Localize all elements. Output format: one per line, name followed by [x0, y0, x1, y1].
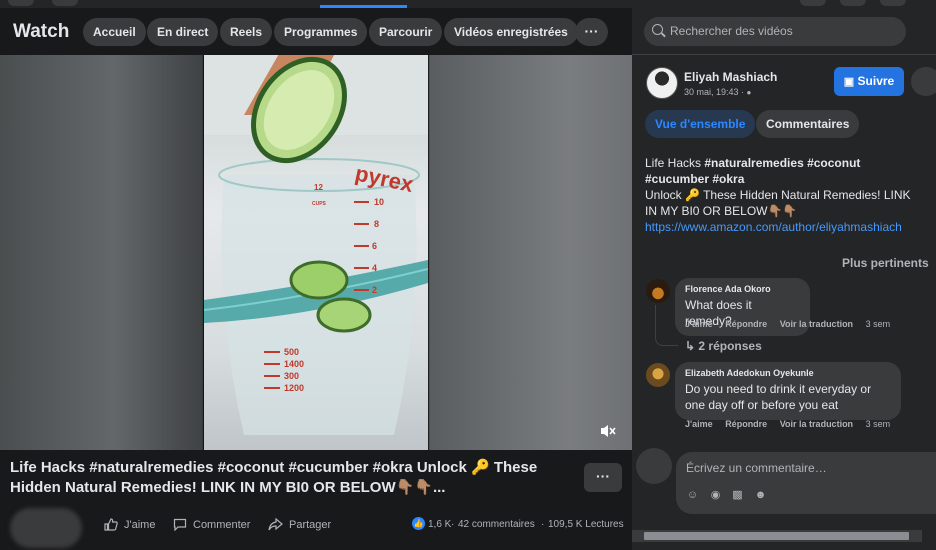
follow-label: Suivre: [857, 74, 895, 88]
tab-parcourir[interactable]: Parcourir: [369, 18, 443, 46]
tab-comments[interactable]: Commentaires: [756, 110, 860, 138]
beaker-mark: 500: [284, 347, 299, 357]
post-options-button[interactable]: [911, 67, 936, 96]
like-reaction-icon: 👍: [412, 517, 425, 530]
commenter-avatar[interactable]: [646, 363, 670, 387]
video-more-button[interactable]: ···: [584, 463, 622, 492]
author-name[interactable]: Eliyah Mashiach: [684, 70, 777, 84]
reaction-count[interactable]: 1,6 K: [428, 519, 451, 530]
comment-time[interactable]: 3 sem: [866, 319, 891, 329]
like-label: J'aime: [124, 518, 156, 531]
mute-icon[interactable]: [600, 424, 616, 441]
share-button[interactable]: Partager: [268, 518, 331, 531]
post-date-text: 30 mai, 19:43 ·: [684, 87, 747, 97]
menu-icon[interactable]: [800, 0, 826, 6]
beaker-mark: CUPS: [312, 201, 327, 207]
reply-arrow-icon: ↳: [685, 339, 696, 353]
beaker-mark: 4: [372, 263, 377, 273]
beaker-mark: 1400: [284, 359, 304, 369]
comment-reply-button[interactable]: Répondre: [725, 419, 767, 429]
notifications-icon[interactable]: [840, 0, 866, 6]
top-strip: [0, 0, 936, 8]
video-content: pyrex 12 CUPS 10 8 6 4 2 500 1400 300 12…: [204, 55, 428, 435]
beaker-mark: 1200: [284, 383, 304, 393]
comment-like-button[interactable]: J'aime: [685, 419, 713, 429]
beaker-mark: 300: [284, 371, 299, 381]
globe-icon: ●: [746, 88, 752, 97]
search-placeholder: Rechercher des vidéos: [670, 24, 793, 38]
desc-body: Unlock 🔑 These Hidden Natural Remedies! …: [645, 188, 911, 218]
beaker-mark: 12: [314, 183, 323, 192]
post-date: 30 mai, 19:43 · ●: [684, 87, 751, 97]
comment-translate-button[interactable]: Voir la traduction: [780, 419, 853, 429]
sticker-icon[interactable]: ☻: [754, 489, 767, 501]
comment-label: Commenter: [193, 518, 251, 531]
author-avatar[interactable]: [646, 67, 678, 99]
emoji-icon[interactable]: ☺: [686, 489, 699, 501]
horizontal-scrollbar[interactable]: [632, 530, 922, 542]
comment-reply-button[interactable]: Répondre: [725, 319, 767, 329]
gif-icon[interactable]: ▩: [731, 489, 744, 501]
tab-accueil[interactable]: Accueil: [83, 18, 146, 46]
like-button[interactable]: J'aime: [104, 518, 155, 531]
replies-label: 2 réponses: [698, 339, 762, 353]
comment-icon: [173, 518, 187, 531]
post-description: Life Hacks #naturalremedies #coconut #cu…: [645, 155, 925, 235]
top-nav-item[interactable]: [52, 0, 78, 6]
beaker-mark: 8: [374, 219, 379, 229]
page-title: Watch: [13, 21, 70, 42]
comment-button[interactable]: Commenter: [173, 518, 250, 531]
follow-button[interactable]: ▣ Suivre: [834, 67, 904, 96]
stats-separator: ·: [451, 519, 455, 530]
share-label: Partager: [289, 518, 332, 531]
camera-icon[interactable]: ◉: [709, 489, 722, 501]
comment-count[interactable]: 42 commentaires: [458, 519, 535, 530]
comment-bubble: Elizabeth Adedokun Oyekunle Do you need …: [675, 362, 901, 420]
desc-link[interactable]: https://www.amazon.com/author/eliyahmash…: [645, 220, 902, 234]
share-icon: [268, 518, 283, 531]
comment-actions: J'aime Répondre Voir la traduction 3 sem: [685, 319, 900, 329]
comment-like-button[interactable]: J'aime: [685, 319, 713, 329]
watch-header: Watch Accueil En direct Reels Programmes…: [0, 8, 632, 55]
comment-text: Do you need to drink it everyday or one …: [685, 382, 872, 412]
tab-videos-enregistrees[interactable]: Vidéos enregistrées: [444, 18, 578, 46]
commenter-name[interactable]: Florence Ada Okoro: [685, 284, 800, 294]
scrollbar-thumb[interactable]: [644, 532, 909, 540]
video-caption: Life Hacks #naturalremedies #coconut #cu…: [10, 459, 538, 496]
beaker-mark: 2: [372, 285, 377, 295]
stats-separator: ·: [541, 519, 545, 530]
comment-translate-button[interactable]: Voir la traduction: [780, 319, 853, 329]
view-replies-button[interactable]: ↳ 2 réponses: [685, 339, 762, 353]
beaker-mark: 10: [374, 197, 384, 207]
account-icon[interactable]: [880, 0, 906, 6]
view-count: 109,5 K Lectures: [548, 519, 624, 530]
comment-actions: J'aime Répondre Voir la traduction 3 sem: [685, 419, 900, 429]
fb-logo-icon[interactable]: [8, 0, 34, 6]
thumbs-up-icon: [104, 518, 118, 531]
comment-time[interactable]: 3 sem: [866, 419, 891, 429]
more-tabs-button[interactable]: ···: [575, 18, 608, 46]
user-avatar[interactable]: [636, 448, 672, 484]
tab-programmes[interactable]: Programmes: [274, 18, 368, 46]
commenter-avatar[interactable]: [646, 279, 670, 303]
video-frame: pyrex 12 CUPS 10 8 6 4 2 500 1400 300 12…: [204, 55, 428, 450]
beaker-mark: 6: [372, 241, 377, 251]
desc-prefix: Life Hacks: [645, 156, 705, 170]
comment-sort-dropdown[interactable]: Plus pertinents: [842, 256, 929, 270]
video-player[interactable]: pyrex 12 CUPS 10 8 6 4 2 500 1400 300 12…: [0, 55, 632, 450]
divider: [632, 54, 936, 55]
follow-icon: ▣: [843, 76, 855, 88]
reactor-avatars: [10, 508, 82, 548]
commenter-name[interactable]: Elizabeth Adedokun Oyekunle: [685, 368, 891, 378]
comment-placeholder: Écrivez un commentaire…: [686, 461, 827, 475]
tab-en-direct[interactable]: En direct: [147, 18, 219, 46]
search-icon: [652, 24, 663, 35]
tab-overview[interactable]: Vue d'ensemble: [645, 110, 756, 138]
tab-reels[interactable]: Reels: [220, 18, 273, 46]
